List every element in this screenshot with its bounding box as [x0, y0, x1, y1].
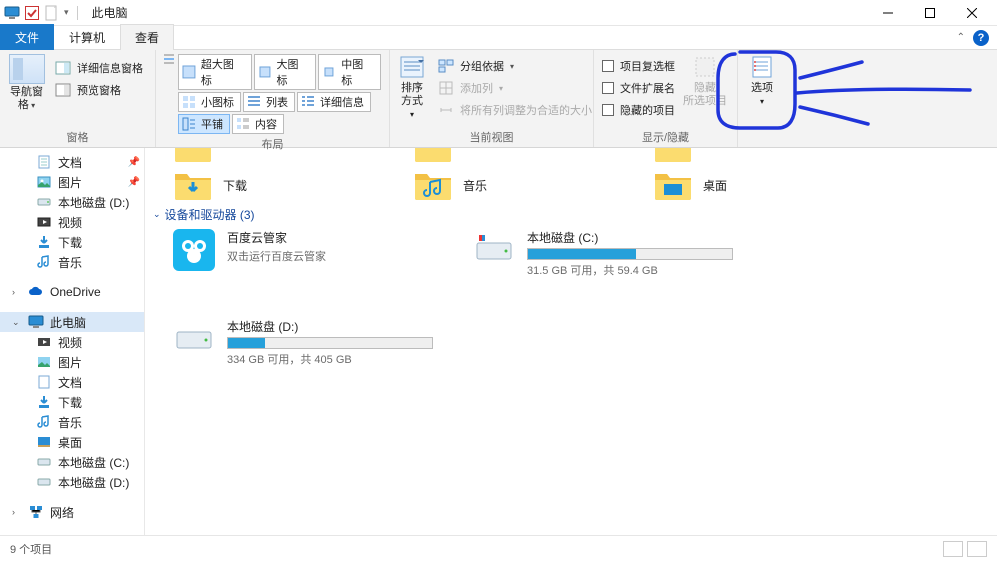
hidden-items-toggle[interactable]: 隐藏的项目 [602, 102, 675, 118]
hide-selected-button: 隐藏 所选项目 [685, 54, 725, 108]
drive-c[interactable]: 本地磁盘 (C:) 31.5 GB 可用，共 59.4 GB [473, 229, 733, 278]
folder-item[interactable] [413, 148, 593, 164]
drive-info: 334 GB 可用，共 405 GB [227, 351, 433, 367]
nav-documents[interactable]: 文档📌 [0, 152, 144, 172]
layout-small[interactable]: 小图标 [178, 92, 241, 112]
tab-view[interactable]: 查看 [120, 24, 174, 50]
group-label-panes: 窗格 [8, 127, 147, 145]
tab-computer[interactable]: 计算机 [54, 24, 120, 50]
window-title: 此电脑 [92, 4, 128, 21]
layout-extra-large[interactable]: 超大图标 [178, 54, 252, 90]
group-by-button[interactable]: 分组依据 ▾ [434, 56, 596, 76]
devices-header[interactable]: ⌄设备和驱动器 (3) [153, 206, 989, 223]
status-bar: 9 个项目 [0, 535, 997, 561]
nav-pane-label: 导航窗格 [10, 86, 43, 111]
qat-blank-icon[interactable] [44, 5, 60, 21]
folder-item[interactable] [653, 148, 833, 164]
baidu-item[interactable]: 百度云管家 双击运行百度云管家 [173, 229, 433, 278]
ribbon: 导航窗格 ▾ 详细信息窗格 预览窗格 窗格 超大图标 大图标 [0, 50, 997, 148]
tab-file[interactable]: 文件 [0, 24, 54, 50]
nav-documents2[interactable]: ›文档 [0, 372, 144, 392]
this-pc-icon [4, 5, 20, 21]
nav-pictures2[interactable]: ›图片 [0, 352, 144, 372]
layout-list[interactable]: 列表 [243, 92, 295, 112]
drive-info: 31.5 GB 可用，共 59.4 GB [527, 262, 733, 278]
status-text: 9 个项目 [10, 541, 52, 557]
nav-local-d[interactable]: 本地磁盘 (D:) [0, 192, 144, 212]
preview-pane-button[interactable]: 预览窗格 [51, 80, 147, 100]
layout-tiles[interactable]: 平铺 [178, 114, 230, 134]
pin-icon: 📌 [128, 157, 140, 168]
sort-button[interactable]: 排序方式▾ [398, 54, 426, 121]
folder-item[interactable] [173, 148, 353, 164]
detail-pane-button[interactable]: 详细信息窗格 [51, 58, 147, 78]
nav-desktop[interactable]: ›桌面 [0, 432, 144, 452]
nav-pane-button[interactable]: 导航窗格 ▾ [8, 54, 45, 112]
minimize-button[interactable] [867, 0, 909, 26]
nav-this-pc[interactable]: ⌄此电脑 [0, 312, 144, 332]
group-label-view: 当前视图 [398, 127, 585, 145]
folder-label: 音乐 [463, 177, 487, 194]
drive-d[interactable]: 本地磁盘 (D:) 334 GB 可用，共 405 GB [173, 318, 433, 367]
close-button[interactable] [951, 0, 993, 26]
nav-videos2[interactable]: ›视频 [0, 332, 144, 352]
folder-label: 下载 [223, 177, 247, 194]
nav-music2[interactable]: ›音乐 [0, 412, 144, 432]
folder-music[interactable]: 音乐 [413, 168, 593, 202]
nav-music[interactable]: 音乐 [0, 252, 144, 272]
view-details-icon[interactable] [943, 541, 963, 557]
titlebar: ▾ 此电脑 [0, 0, 997, 26]
main-area: 下载 音乐 桌面 ⌄设备和驱动器 (3) 百度云管家 双击运行百度云管家 [145, 148, 997, 535]
qat-check-icon[interactable] [24, 5, 40, 21]
group-label-showhide: 显示/隐藏 [602, 127, 729, 145]
nav-onedrive[interactable]: ›OneDrive [0, 282, 144, 302]
layout-medium[interactable]: 中图标 [318, 54, 381, 90]
size-columns-button: 将所有列调整为合适的大小 [434, 100, 596, 120]
nav-local-d2[interactable]: ›本地磁盘 (D:) [0, 472, 144, 492]
view-large-icon[interactable] [967, 541, 987, 557]
drive-title: 本地磁盘 (D:) [227, 318, 433, 335]
folder-desktop[interactable]: 桌面 [653, 168, 833, 202]
maximize-button[interactable] [909, 0, 951, 26]
options-button[interactable]: 选项▾ [746, 54, 778, 108]
nav-pane-icon [9, 54, 45, 84]
item-sub: 双击运行百度云管家 [227, 248, 433, 264]
help-icon[interactable]: ? [973, 30, 989, 46]
qat-dropdown-icon[interactable]: ▾ [64, 7, 69, 18]
drive-title: 本地磁盘 (C:) [527, 229, 733, 246]
layout-scroll[interactable] [164, 54, 174, 64]
nav-tree[interactable]: 文档📌 图片📌 本地磁盘 (D:) 视频 下载 音乐 ›OneDrive ⌄此电… [0, 148, 145, 535]
add-columns-button: 添加列 ▾ [434, 78, 596, 98]
nav-downloads2[interactable]: ›下载 [0, 392, 144, 412]
item-title: 百度云管家 [227, 229, 433, 246]
folder-downloads[interactable]: 下载 [173, 168, 353, 202]
nav-network[interactable]: ›网络 [0, 502, 144, 522]
file-ext-toggle[interactable]: 文件扩展名 [602, 80, 675, 96]
nav-downloads[interactable]: 下载 [0, 232, 144, 252]
nav-local-c[interactable]: ›本地磁盘 (C:) [0, 452, 144, 472]
layout-large[interactable]: 大图标 [254, 54, 317, 90]
nav-videos[interactable]: 视频 [0, 212, 144, 232]
collapse-ribbon-icon[interactable]: ⌃ [957, 32, 965, 43]
ribbon-tabs: 文件 计算机 查看 ⌃ ? [0, 26, 997, 50]
layout-content[interactable]: 内容 [232, 114, 284, 134]
item-checkboxes-toggle[interactable]: 项目复选框 [602, 58, 675, 74]
drive-usage-bar [227, 337, 433, 349]
folder-label: 桌面 [703, 177, 727, 194]
nav-pictures[interactable]: 图片📌 [0, 172, 144, 192]
drive-usage-bar [527, 248, 733, 260]
layout-details[interactable]: 详细信息 [297, 92, 371, 112]
